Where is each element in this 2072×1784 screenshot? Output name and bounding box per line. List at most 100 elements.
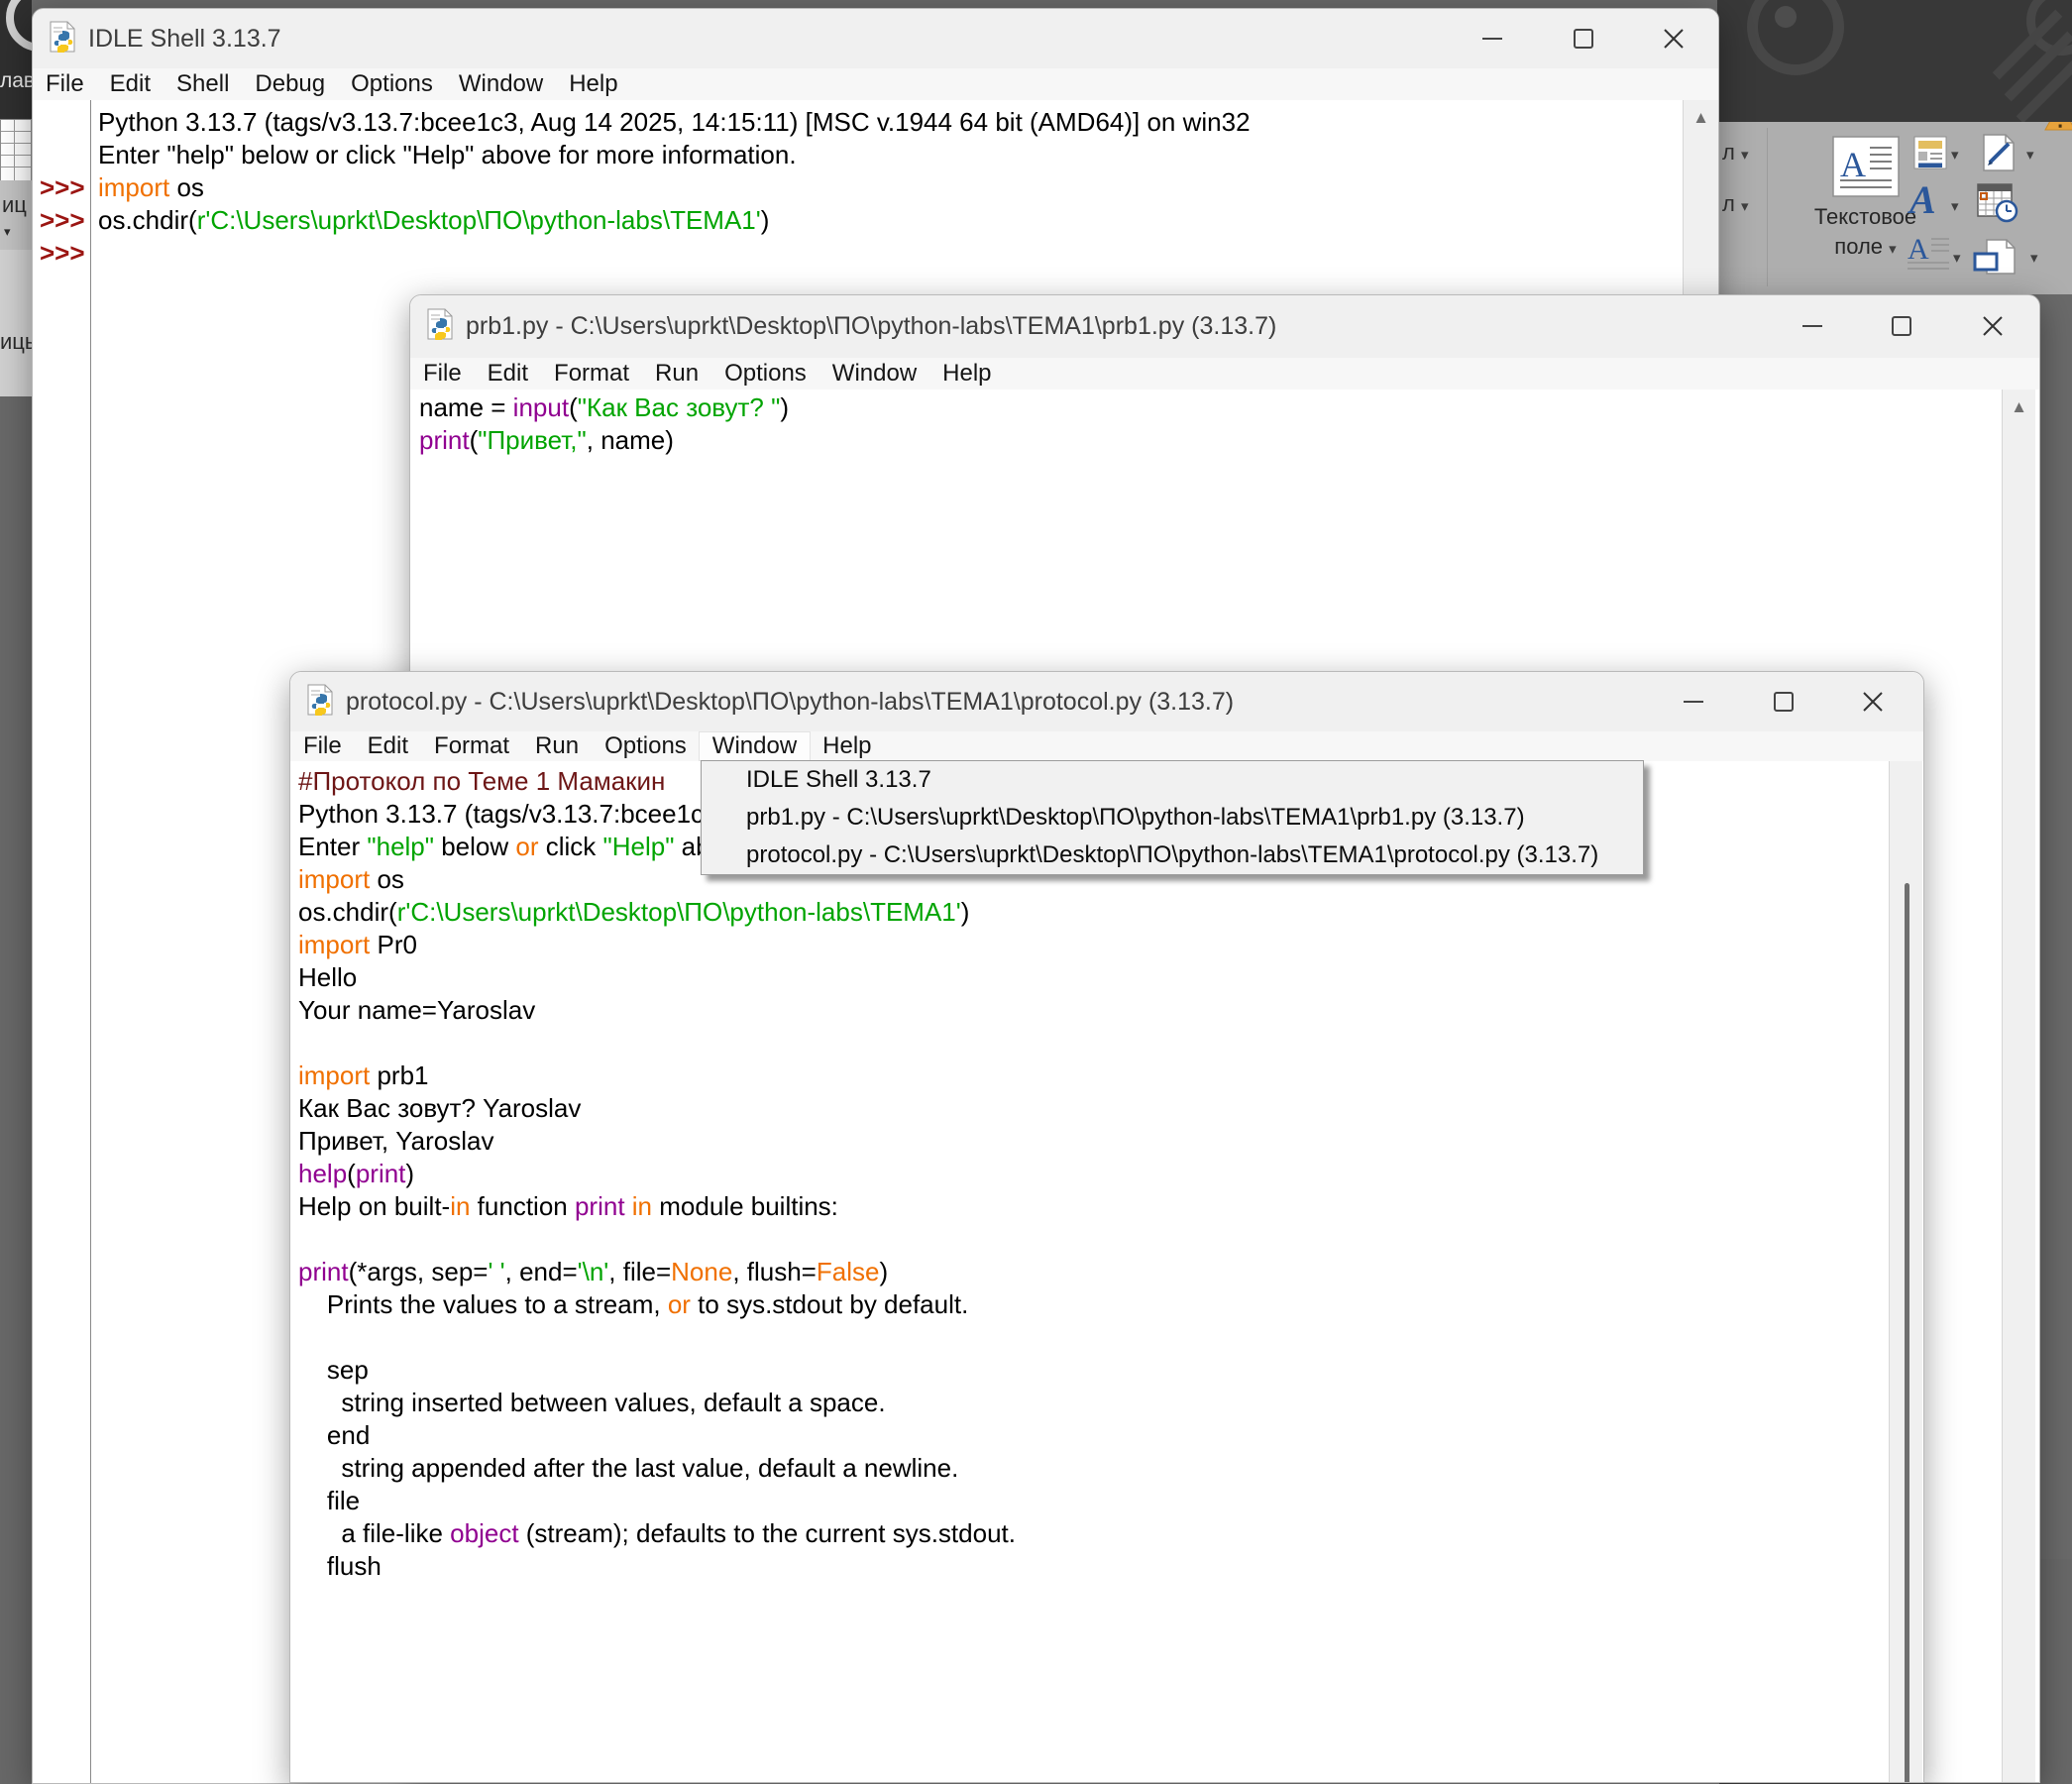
menu-debug[interactable]: Debug [242,70,338,98]
code-line: Prints the values to a stream, or to sys… [298,1288,1889,1321]
close-button[interactable] [1858,687,1888,717]
window-menu-item-protocol[interactable]: protocol.py - C:\Users\uprkt\Desktop\ПО\… [702,836,1643,874]
warning-icon[interactable] [2044,122,2072,136]
maximize-button[interactable] [1769,687,1799,717]
wordart-button[interactable]: A [1906,179,1949,224]
menu-options[interactable]: Options [338,70,446,98]
menu-edit[interactable]: Edit [97,70,164,98]
date-time-button[interactable] [1977,183,2018,228]
close-button[interactable] [1978,311,2008,341]
code-line: os.chdir(r'C:\Users\uprkt\Desktop\ПО\pyt… [298,896,1889,929]
shell-prompt: >>> [40,237,85,270]
powerpoint-dark-header-fragment [1717,0,2072,122]
menu-file[interactable]: File [410,360,475,388]
menu-run[interactable]: Run [522,732,592,760]
chevron-down-icon: ▾ [1889,241,1897,258]
editor-scrollbar[interactable]: ▲ [2002,390,2035,1782]
menu-file[interactable]: File [33,70,97,98]
drop-cap-button[interactable]: A [1908,233,1951,278]
minimize-button[interactable] [1679,687,1708,717]
scroll-up-icon[interactable]: ▲ [1684,108,1718,128]
menu-format[interactable]: Format [541,360,642,388]
code-line: Привет, Yaroslav [298,1125,1889,1158]
title-bar[interactable]: IDLE Shell 3.13.7 [33,9,1718,68]
menu-file[interactable]: File [290,732,355,760]
shell-line: import os [98,171,1683,204]
minimize-button[interactable] [1798,311,1827,341]
code-line: flush [298,1550,1889,1583]
window-menu-item-shell[interactable]: IDLE Shell 3.13.7 [702,761,1643,799]
menu-window[interactable]: Window [700,732,810,760]
python-file-icon [306,684,334,721]
menu-edit[interactable]: Edit [475,360,541,388]
menu-window[interactable]: Window [446,70,556,98]
code-line: Как Вас зовут? Yaroslav [298,1092,1889,1125]
footer-button-cut[interactable]: л ▾ [1722,191,1749,217]
shell-line [98,237,1683,270]
code-line: print("Привет,", name) [419,424,2002,457]
menu-window[interactable]: Window [819,360,929,388]
code-line: import prb1 [298,1059,1889,1092]
decor-circle [1775,6,1797,28]
shell-line: Python 3.13.7 (tags/v3.13.7:bcee1c3, Aug… [98,106,1683,139]
menu-help[interactable]: Help [556,70,630,98]
code-line: a file-like object (stream); defaults to… [298,1517,1889,1550]
shell-line: os.chdir(r'C:\Users\uprkt\Desktop\ПО\pyt… [98,204,1683,237]
ribbon-group-separator [1767,128,1768,286]
chevron-down-icon: ▾ [1951,146,1959,164]
header-button-cut[interactable]: л ▾ [1722,140,1749,166]
chevron-down-icon: ▾ [1741,198,1749,215]
menu-bar: File Edit Format Run Options Window Help [290,731,1923,762]
maximize-button[interactable] [1887,311,1916,341]
chevron-down-icon: ▾ [1741,147,1749,164]
menu-format[interactable]: Format [421,732,522,760]
python-file-icon [426,308,454,345]
scroll-up-icon[interactable]: ▲ [2003,397,2035,417]
signature-line-button[interactable] [1981,134,2017,176]
code-line: sep [298,1354,1889,1387]
menu-edit[interactable]: Edit [355,732,421,760]
word-ribbon-fragment-upper: иц ▾ [0,180,32,250]
close-button[interactable] [1659,24,1689,54]
window-title: IDLE Shell 3.13.7 [88,25,281,54]
code-line: end [298,1419,1889,1452]
code-line [298,1027,1889,1059]
scrollbar-thumb[interactable] [1905,883,1909,1782]
maximize-button[interactable] [1569,24,1598,54]
quick-parts-button[interactable] [1913,136,1947,174]
editor-scrollbar[interactable] [1889,761,1922,1782]
chevron-down-icon: ▾ [2026,146,2034,164]
shell-prompt: >>> [40,204,85,237]
menu-help[interactable]: Help [929,360,1004,388]
ribbon-group-label-fragment: ицы [0,329,32,355]
chevron-down-icon: ▾ [2030,249,2038,267]
word-ribbon-text-group: л ▾ л ▾ A Текстовое поле ▾ [1717,122,2072,294]
text-box-icon: A [1832,184,1900,201]
chevron-down-icon: ▾ [1951,197,1959,215]
code-line: Help on built-in function print in modul… [298,1190,1889,1223]
code-line: print(*args, sep=' ', end='\n', file=Non… [298,1256,1889,1288]
code-line: name = input("Как Вас зовут? ") [419,391,2002,424]
word-window-fragment-dark: лав [0,0,32,119]
window-menu-item-prb1[interactable]: prb1.py - C:\Users\uprkt\Desktop\ПО\pyth… [702,799,1643,836]
object-button[interactable] [1973,239,2018,279]
svg-text:A: A [1907,179,1936,219]
menu-run[interactable]: Run [642,360,711,388]
menu-shell[interactable]: Shell [164,70,242,98]
ribbon-tab-label-fragment: лав [0,69,32,93]
word-ribbon-fragment-lower: ицы [0,250,32,396]
menu-options[interactable]: Options [592,732,700,760]
menu-help[interactable]: Help [810,732,884,760]
window-title: protocol.py - C:\Users\uprkt\Desktop\ПО\… [346,688,1234,717]
code-line: Your name=Yaroslav [298,994,1889,1027]
title-bar[interactable]: prb1.py - C:\Users\uprkt\Desktop\ПО\pyth… [410,295,2039,358]
minimize-button[interactable] [1477,24,1507,54]
code-line [298,1223,1889,1256]
shell-line: Enter "help" below or click "Help" above… [98,139,1683,171]
shell-prompt: >>> [40,171,85,204]
code-text-area[interactable]: #Протокол по Теме 1 Мамакин Python 3.13.… [290,761,1889,1782]
menu-options[interactable]: Options [711,360,819,388]
word-table-grid-fragment [0,119,32,182]
menu-bar: File Edit Format Run Options Window Help [410,358,2039,390]
python-file-icon [49,21,76,57]
